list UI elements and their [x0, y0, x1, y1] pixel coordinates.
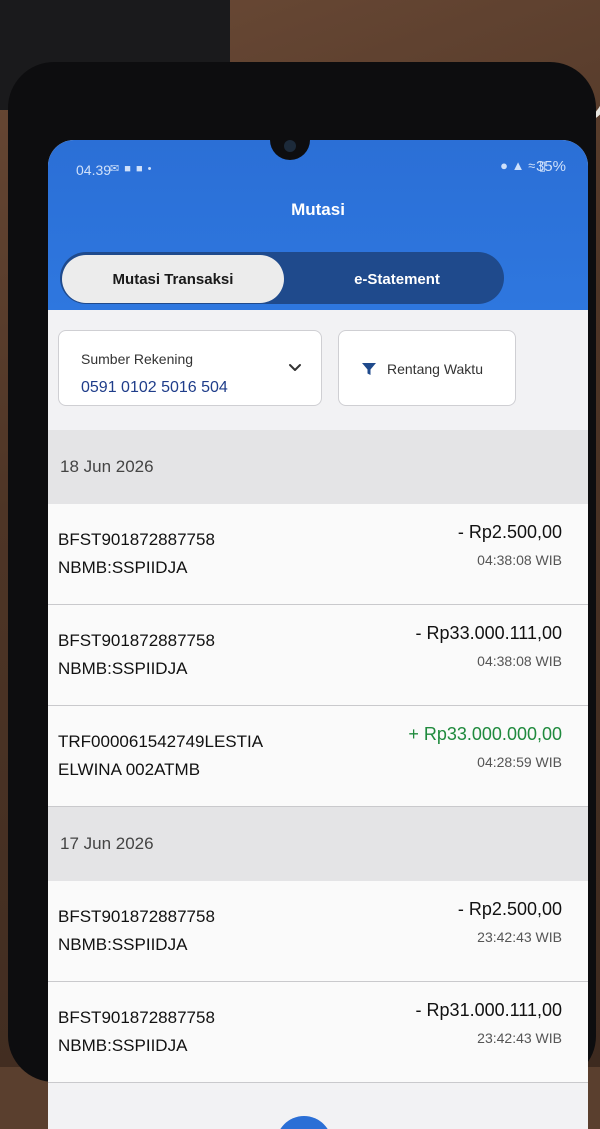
transaction-description: BFST901872887758 NBMB:SSPIIDJA	[58, 526, 348, 582]
transaction-amount: - Rp31.000.111,00	[415, 1000, 562, 1020]
filter-bar: Sumber Rekening 0591 0102 5016 504 Renta…	[48, 310, 588, 430]
camera-icon	[284, 140, 296, 152]
transaction-description: TRF000061542749LESTIA ELWINA 002ATMB	[58, 728, 348, 784]
transaction-row[interactable]: BFST901872887758 NBMB:SSPIIDJA - Rp2.500…	[48, 504, 588, 605]
date-range-button[interactable]: Rentang Waktu	[338, 330, 516, 406]
tab-mutasi-transaksi[interactable]: Mutasi Transaksi	[62, 255, 284, 303]
transaction-row[interactable]: TRF000061542749LESTIA ELWINA 002ATMB + R…	[48, 706, 588, 807]
transaction-reference: BFST901872887758	[58, 631, 215, 650]
source-account-dropdown[interactable]: Sumber Rekening 0591 0102 5016 504	[58, 330, 322, 406]
transaction-amount: - Rp2.500,00	[457, 522, 562, 542]
transaction-amount: - Rp2.500,00	[457, 899, 562, 919]
date-range-label: Rentang Waktu	[387, 361, 483, 377]
transaction-time: 04:38:08 WIB	[477, 552, 562, 568]
tab-switcher: Mutasi Transaksi e-Statement	[60, 252, 504, 304]
transaction-reference: BFST901872887758	[58, 1008, 215, 1027]
date-group-header: 18 Jun 2026	[48, 430, 588, 504]
transaction-time: 04:38:08 WIB	[477, 653, 562, 669]
transaction-time: 04:28:59 WIB	[477, 754, 562, 770]
transaction-detail: NBMB:SSPIIDJA	[58, 1036, 188, 1055]
battery-percent: 35%	[535, 158, 566, 175]
app-screen: 04.39 ✉ ■ ■ • ● ▲ ≈ ▯ 35% Mutasi Mutasi …	[48, 140, 588, 1129]
transaction-list: 18 Jun 2026 BFST901872887758 NBMB:SSPIID…	[48, 430, 588, 1083]
transaction-detail: NBMB:SSPIIDJA	[58, 659, 188, 678]
tab-e-statement[interactable]: e-Statement	[290, 255, 504, 303]
transaction-detail: NBMB:SSPIIDJA	[58, 558, 188, 577]
transaction-amount: + Rp33.000.000,00	[408, 724, 562, 744]
transaction-time: 23:42:43 WIB	[477, 1030, 562, 1046]
floating-action-button[interactable]	[276, 1116, 332, 1129]
notification-icons: ✉ ■ ■ •	[110, 163, 153, 175]
transaction-row[interactable]: BFST901872887758 NBMB:SSPIIDJA - Rp2.500…	[48, 881, 588, 982]
page-title: Mutasi	[291, 200, 345, 219]
transaction-reference: TRF000061542749LESTIA	[58, 732, 264, 751]
transaction-description: BFST901872887758 NBMB:SSPIIDJA	[58, 1004, 348, 1060]
transaction-description: BFST901872887758 NBMB:SSPIIDJA	[58, 903, 348, 959]
tab-label: e-Statement	[354, 270, 440, 288]
source-account-value: 0591 0102 5016 504	[81, 379, 228, 396]
transaction-amount: - Rp33.000.111,00	[415, 623, 562, 643]
filter-icon	[362, 363, 376, 375]
app-header: 04.39 ✉ ■ ■ • ● ▲ ≈ ▯ 35% Mutasi Mutasi …	[48, 140, 588, 310]
transaction-detail: ELWINA 002ATMB	[58, 760, 201, 779]
chevron-down-icon	[289, 364, 301, 371]
transaction-reference: BFST901872887758	[58, 530, 215, 549]
transaction-detail: NBMB:SSPIIDJA	[58, 935, 188, 954]
date-group-header: 17 Jun 2026	[48, 807, 588, 881]
transaction-reference: BFST901872887758	[58, 907, 215, 926]
transaction-row[interactable]: BFST901872887758 NBMB:SSPIIDJA - Rp31.00…	[48, 982, 588, 1083]
battery-indicator: 35%	[536, 158, 566, 175]
tab-label: Mutasi Transaksi	[112, 270, 234, 288]
transaction-row[interactable]: BFST901872887758 NBMB:SSPIIDJA - Rp33.00…	[48, 605, 588, 706]
camera-notch	[270, 140, 310, 160]
source-account-label: Sumber Rekening	[81, 351, 194, 367]
transaction-time: 23:42:43 WIB	[477, 929, 562, 945]
phone-body: 04.39 ✉ ■ ■ • ● ▲ ≈ ▯ 35% Mutasi Mutasi …	[8, 62, 596, 1129]
status-time: 04.39	[76, 162, 112, 178]
transaction-description: BFST901872887758 NBMB:SSPIIDJA	[58, 627, 348, 683]
